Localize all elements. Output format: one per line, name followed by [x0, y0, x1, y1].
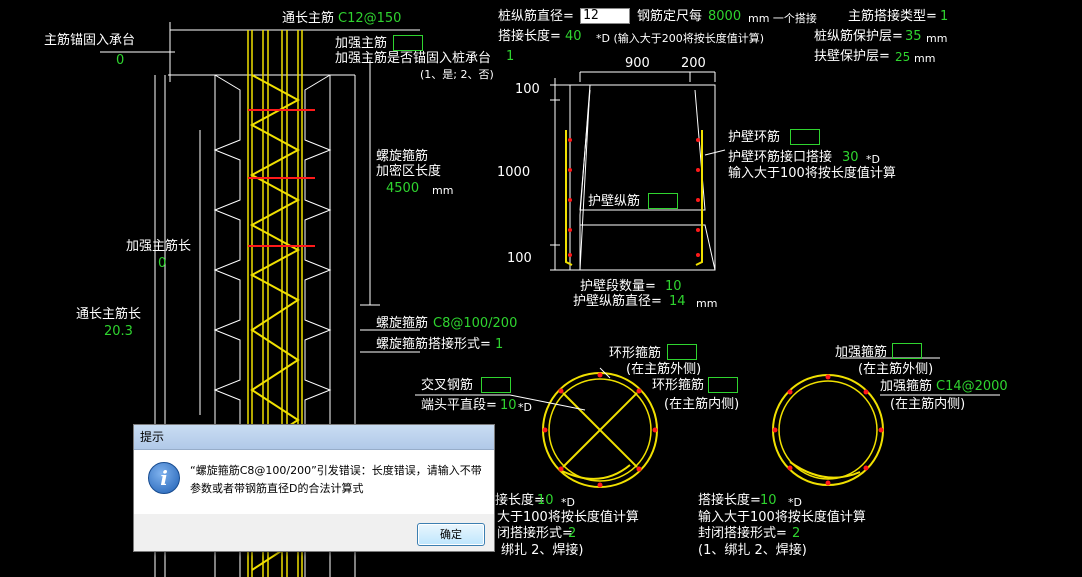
lap-length-label: 搭接长度= — [498, 29, 561, 44]
s2-closed-lap-options: (1、绑扎 2、焊接) — [698, 543, 807, 558]
spiral-lap-value[interactable]: 1 — [495, 337, 503, 352]
extra-anchor-options: (1、是; 2、否) — [420, 68, 494, 81]
end-straight-label: 端头平直段= — [421, 398, 497, 413]
long-bar-input[interactable] — [648, 193, 678, 209]
add-inner-pos: (在主筋内侧) — [890, 397, 966, 412]
ring-outer-input[interactable] — [667, 344, 697, 360]
ring-lap-label: 护壁环筋接口搭接 — [728, 150, 833, 165]
dim-900: 900 — [625, 56, 650, 71]
section-2-dots — [772, 374, 884, 486]
s1-lap-len-unit: *D — [561, 496, 575, 509]
ring-lap-value[interactable]: 30 — [842, 150, 859, 165]
pile-cover-value[interactable]: 35 — [905, 29, 922, 44]
info-icon: i — [148, 462, 180, 494]
dialog-body: i “螺旋箍筋C8@100/200”引发错误：长度错误，请输入不带参数或者带钢筋… — [134, 450, 494, 514]
through-main-len-value[interactable]: 20.3 — [104, 324, 133, 339]
long-bar-label: 护壁纵筋 — [588, 194, 641, 209]
extra-main-input[interactable] — [393, 35, 423, 51]
ring-lap-note: 输入大于100将按长度值计算 — [728, 166, 896, 181]
add-stirrup-label-2: 加强箍筋 — [880, 379, 933, 394]
ring-label: 护壁环筋 — [728, 130, 781, 145]
ring-inner-pos: (在主筋内侧) — [664, 397, 740, 412]
dim-1000: 1000 — [497, 165, 531, 180]
ring-inner-input[interactable] — [708, 377, 738, 393]
extra-anchor-value[interactable]: 1 — [506, 49, 514, 64]
spiral-stirrup-value[interactable]: C8@100/200 — [433, 316, 517, 331]
extra-main-label: 加强主筋 — [335, 36, 388, 51]
pile-cover-label: 桩纵筋保护层= — [814, 29, 903, 44]
segment-count-value[interactable]: 10 — [665, 279, 682, 294]
s1-closed-lap-label: 闭搭接形式= — [497, 526, 573, 541]
lap-length-value[interactable]: 40 — [565, 29, 582, 44]
extra-main-len-label: 加强主筋长 — [126, 239, 192, 254]
add-stirrup-label: 加强箍筋 — [835, 345, 888, 360]
wall-cover-label: 扶壁保护层= — [814, 49, 890, 64]
dim-100-bottom: 100 — [507, 251, 532, 266]
segment-count-label: 护壁段数量= — [580, 279, 656, 294]
long-bar-dia-unit: mm — [696, 297, 718, 310]
main-lap-type-label: 主筋搭接类型= — [848, 9, 937, 24]
anchor-label: 主筋锚固入承台 — [44, 33, 136, 48]
dialog-message: “螺旋箍筋C8@100/200”引发错误：长度错误，请输入不带参数或者带钢筋直径… — [190, 464, 482, 495]
spiral-dense-value[interactable]: 4500 — [386, 181, 419, 196]
spiral-dense-label: 加密区长度 — [376, 164, 442, 179]
ring-lap-unit: *D — [866, 153, 880, 166]
s1-lap-len-note: 大于100将按长度值计算 — [497, 510, 639, 525]
spiral-lap-label: 螺旋箍筋搭接形式= — [376, 337, 491, 352]
add-stirrup-value[interactable]: C14@2000 — [936, 379, 1008, 394]
cross-input[interactable] — [481, 377, 511, 393]
spiral-stirrup-label: 螺旋箍筋 — [376, 316, 429, 331]
s2-closed-lap-value[interactable]: 2 — [792, 526, 800, 541]
end-straight-unit: *D — [518, 401, 532, 414]
add-outer-pos: (在主筋外侧) — [858, 362, 934, 377]
dim-100-top: 100 — [515, 82, 540, 97]
spiral-label: 螺旋箍筋 — [376, 149, 429, 164]
pile-bar-dia-label: 桩纵筋直径= — [498, 9, 574, 24]
through-main-len-label: 通长主筋长 — [76, 307, 142, 322]
dialog-title[interactable]: 提示 — [134, 425, 494, 450]
s1-closed-lap-value[interactable]: 2 — [568, 526, 576, 541]
add-stirrup-input[interactable] — [892, 343, 922, 359]
pile-bar-dia-input[interactable] — [580, 8, 630, 24]
fixed-length-unit: mm 一个搭接 — [748, 12, 817, 25]
anchor-value[interactable]: 0 — [116, 53, 124, 68]
s2-closed-lap-label: 封闭搭接形式= — [698, 526, 787, 541]
s2-lap-len-note: 输入大于100将按长度值计算 — [698, 510, 866, 525]
ring-outer-pos: (在主筋外侧) — [626, 362, 702, 377]
fixed-length-value[interactable]: 8000 — [708, 9, 741, 24]
through-main-label: 通长主筋 — [282, 11, 335, 26]
ok-button[interactable]: 确定 — [417, 523, 485, 546]
dim-200: 200 — [681, 56, 706, 71]
cross-label: 交叉钢筋 — [421, 378, 474, 393]
error-dialog: 提示 i “螺旋箍筋C8@100/200”引发错误：长度错误，请输入不带参数或者… — [133, 424, 495, 552]
spiral-dense-unit: mm — [432, 184, 454, 197]
long-bar-dia-value[interactable]: 14 — [669, 294, 686, 309]
lap-length-note: *D (输入大于200将按长度值计算) — [596, 32, 765, 45]
long-bar-dia-label: 护壁纵筋直径= — [573, 294, 662, 309]
end-straight-value[interactable]: 10 — [500, 398, 517, 413]
pile-cover-unit: mm — [926, 32, 948, 45]
extra-main-len-value[interactable]: 0 — [158, 256, 166, 271]
ring-inner-label: 环形箍筋 — [652, 378, 705, 393]
s2-lap-len-label: 搭接长度= — [698, 493, 761, 508]
wall-cover-value[interactable]: 25 — [895, 50, 910, 65]
s1-closed-lap-options: 绑扎 2、焊接) — [501, 543, 584, 558]
s1-lap-len-value[interactable]: 10 — [537, 493, 554, 508]
ring-outer-label: 环形箍筋 — [609, 346, 662, 361]
main-lap-type-value[interactable]: 1 — [940, 9, 948, 24]
ring-input[interactable] — [790, 129, 820, 145]
through-main-value[interactable]: C12@150 — [338, 11, 401, 26]
extra-anchor-label: 加强主筋是否锚固入桩承台 — [335, 51, 492, 66]
s2-lap-len-unit: *D — [788, 496, 802, 509]
s2-lap-len-value[interactable]: 10 — [760, 493, 777, 508]
wall-cover-unit: mm — [914, 52, 936, 65]
fixed-length-label: 钢筋定尺每 — [637, 9, 703, 24]
